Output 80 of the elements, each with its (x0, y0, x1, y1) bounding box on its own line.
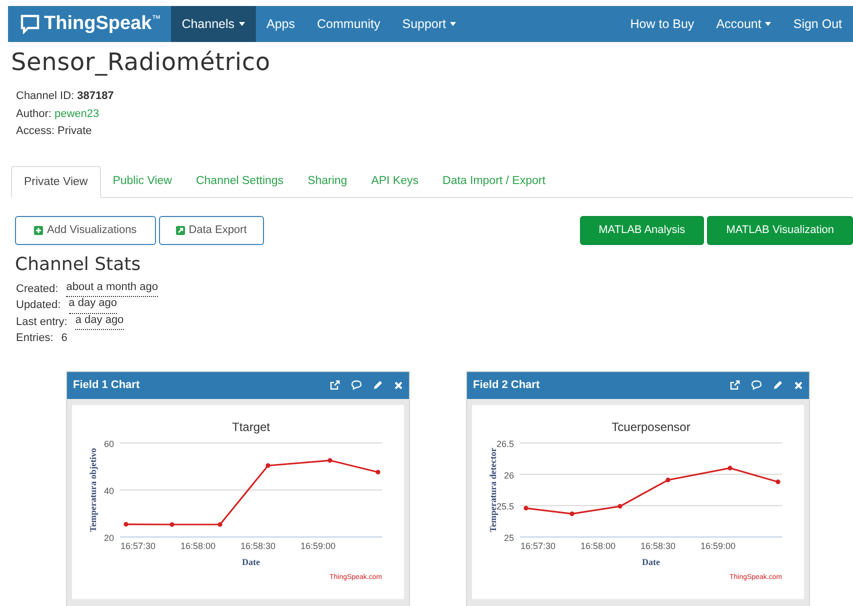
y-axis-title: Temperatura objetivo (88, 448, 98, 532)
stat-value: a day ago (75, 314, 124, 330)
action-button[interactable]: MATLAB Analysis (580, 216, 704, 244)
comment-icon[interactable] (751, 380, 762, 390)
panel-title: Field 2 Chart (473, 379, 540, 391)
nav-item[interactable]: Sign Out (782, 6, 853, 42)
y-axis-title: Temperatura detector (488, 447, 498, 532)
author-link[interactable]: pewen23 (54, 106, 100, 123)
x-tick-label: 16:59:00 (700, 540, 736, 550)
action-button[interactable]: Data Export (158, 216, 264, 244)
x-tick-label: 16:57:30 (120, 540, 156, 550)
stats-title: Channel Stats (15, 254, 142, 274)
tab[interactable]: API Keys (359, 166, 431, 196)
x-tick-label: 16:58:00 (180, 540, 216, 550)
external-link-icon[interactable] (330, 380, 340, 390)
y-tick-label: 25 (504, 532, 514, 542)
data-point (666, 477, 670, 482)
data-point (728, 465, 732, 470)
nav-item[interactable]: How to Buy (619, 6, 706, 42)
data-point (618, 504, 622, 508)
y-tick-label: 26 (504, 470, 514, 480)
action-button[interactable]: MATLAB Visualization (707, 216, 853, 244)
y-tick-label: 40 (104, 486, 114, 496)
info-label: Author: (16, 106, 52, 122)
plus-icon (34, 226, 43, 234)
tab[interactable]: Channel Settings (184, 166, 296, 196)
data-point (376, 469, 380, 474)
close-icon[interactable] (394, 380, 403, 390)
nav-item[interactable]: Support (391, 6, 468, 42)
x-tick-label: 16:58:30 (240, 540, 276, 550)
stat-label: Entries: (16, 331, 54, 346)
nav-item[interactable]: Account (705, 6, 782, 42)
data-point (124, 522, 128, 526)
data-point (218, 522, 222, 526)
data-point (524, 505, 528, 510)
data-point (170, 522, 174, 526)
brand-name[interactable]: ThingSpeak$^{™}$ (44, 13, 161, 35)
chart-title: Tcuerposensor (612, 420, 690, 434)
x-tick-label: 16:58:00 (580, 540, 616, 550)
info-value: 387187 (77, 89, 114, 104)
stat-label: Updated: (16, 298, 61, 313)
x-tick-label: 16:57:30 (520, 540, 556, 550)
export-icon (176, 226, 185, 234)
data-point (328, 458, 332, 462)
nav-item[interactable]: Community (306, 6, 392, 42)
info-label: Access: (16, 124, 55, 139)
x-axis-title: Date (242, 556, 260, 566)
tab[interactable]: Private View (11, 166, 101, 198)
nav-item[interactable]: Channels (170, 6, 256, 42)
chart-title: Ttarget (232, 420, 270, 434)
tab[interactable]: Public View (100, 166, 184, 196)
x-tick-label: 16:59:00 (300, 540, 336, 550)
pencil-icon[interactable] (773, 380, 783, 390)
y-tick-label: 26.5 (496, 438, 514, 448)
data-point (570, 511, 574, 516)
y-tick-label: 25.5 (496, 501, 514, 512)
stat-label: Created: (16, 282, 58, 296)
data-point (266, 462, 270, 468)
info-label: Channel ID: (16, 89, 74, 104)
tab[interactable]: Data Import / Export (430, 166, 558, 196)
stat-value: 6 (61, 331, 68, 346)
x-axis-title: Date (642, 556, 660, 566)
panel-title: Field 1 Chart (73, 379, 140, 391)
nav-item[interactable]: Apps (256, 6, 306, 42)
stat-value: about a month ago (66, 280, 158, 297)
close-icon[interactable] (794, 380, 803, 390)
tab[interactable]: Sharing (296, 166, 360, 196)
data-point (776, 479, 780, 484)
action-button[interactable]: Add Visualizations (15, 216, 156, 244)
pencil-icon[interactable] (373, 380, 383, 390)
stat-label: Last entry: (16, 314, 68, 330)
info-value: Private (58, 124, 92, 139)
comment-icon[interactable] (351, 380, 362, 390)
external-link-icon[interactable] (730, 380, 740, 390)
x-tick-label: 16:58:30 (640, 540, 676, 550)
logo-icon (20, 14, 40, 34)
stat-value: a day ago (68, 297, 117, 314)
y-tick-label: 60 (104, 438, 114, 448)
channel-title: Sensor_Radiométrico (11, 48, 272, 76)
y-tick-label: 20 (104, 532, 114, 542)
